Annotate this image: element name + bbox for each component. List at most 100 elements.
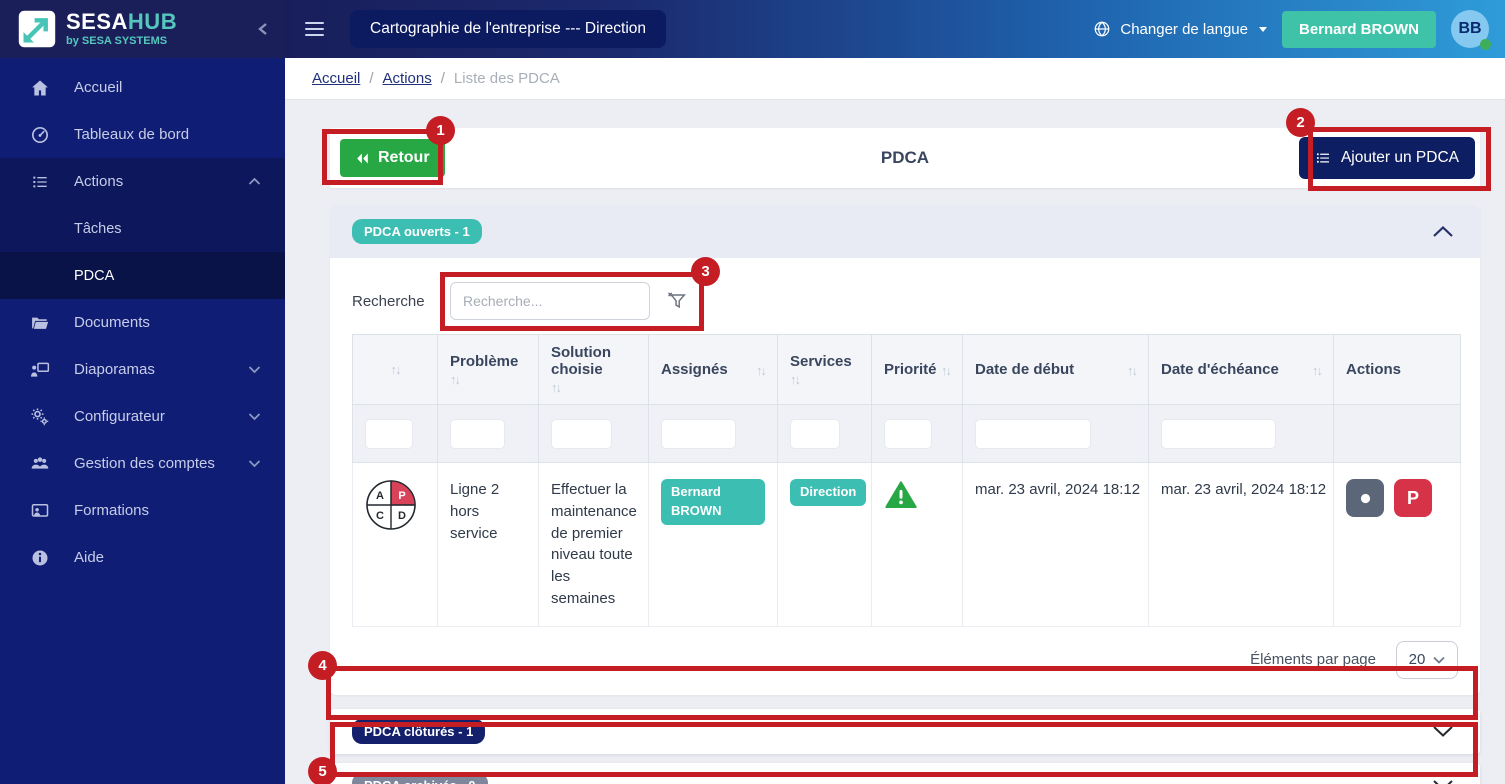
sidebar-nav: Accueil Tableaux de bord Actions Tâches … (0, 58, 285, 581)
open-pdca-panel: PDCA ouverts - 1 Recherche Recherche... … (330, 205, 1480, 695)
sidebar-item-formations[interactable]: Formations (0, 487, 285, 534)
sidebar-collapse-icon[interactable] (257, 22, 269, 36)
archived-pdca-panel[interactable]: PDCA archivés - 0 (330, 762, 1480, 784)
sidebar-item-label: PDCA (74, 267, 115, 284)
topbar: Cartographie de l'entreprise --- Directi… (285, 0, 1505, 58)
actions-cell: P (1333, 462, 1461, 627)
sort-icon: ↑↓ (941, 363, 952, 378)
assignee-cell: Bernard BROWN (648, 462, 778, 627)
search-label: Recherche (352, 292, 425, 310)
sidebar-item-actions[interactable]: Actions (0, 158, 285, 205)
language-switcher[interactable]: Changer de langue (1093, 20, 1267, 38)
sidebar-item-pdca[interactable]: PDCA (0, 252, 285, 299)
back-button[interactable]: Retour (340, 139, 445, 177)
solution-cell: Effectuer la maintenance de premier nive… (538, 462, 649, 627)
sidebar-item-label: Accueil (74, 79, 123, 96)
caret-down-icon (1258, 26, 1267, 32)
table-row: A P C D Ligne 2 hors service Effectuer l… (352, 462, 1461, 627)
items-per-page-label: Éléments par page (1250, 651, 1376, 668)
filter-input-probleme[interactable] (450, 418, 505, 449)
breadcrumb-link-accueil[interactable]: Accueil (312, 70, 360, 87)
items-per-page-select[interactable]: 20 (1396, 640, 1458, 679)
search-input[interactable] (450, 282, 650, 320)
filter-input-date-echeance[interactable] (1161, 418, 1277, 449)
sort-icon: ↑↓ (1312, 363, 1323, 378)
brand-text: SESAHUB by SESA SYSTEMS (66, 11, 177, 48)
sort-icon: ↑↓ (1127, 363, 1138, 378)
pdca-table: ↑↓ Problème ↑↓ Solution choisie ↑↓ Assigné… (352, 334, 1461, 627)
column-header-date-echeance[interactable]: Date d'échéance ↑↓ (1148, 334, 1334, 405)
filter-input-assignes[interactable] (661, 418, 736, 449)
column-header-label: Priorité (884, 361, 937, 378)
sidebar-logo: SESAHUB by SESA SYSTEMS (0, 0, 285, 58)
column-header-label: Solution choisie (551, 344, 611, 378)
brand-logo-icon (18, 10, 56, 48)
closed-pdca-panel[interactable]: PDCA clôturés - 1 (330, 708, 1480, 754)
column-header-assignes[interactable]: Assignés ↑↓ (648, 334, 778, 405)
sidebar-item-documents[interactable]: Documents (0, 299, 285, 346)
filter-input-solution[interactable] (551, 418, 613, 449)
sidebar-item-configurateur[interactable]: Configurateur (0, 393, 285, 440)
breadcrumb: Accueil / Actions / Liste des PDCA (285, 58, 1505, 100)
users-icon (30, 454, 50, 474)
filter-input-icon[interactable] (365, 418, 413, 449)
language-label: Changer de langue (1120, 20, 1248, 38)
column-header-label: Assignés (661, 361, 728, 378)
filter-input-date-debut[interactable] (975, 418, 1091, 449)
record-action-button[interactable] (1346, 479, 1384, 517)
sidebar-item-label: Diaporamas (74, 361, 155, 378)
user-button[interactable]: Bernard BROWN (1281, 10, 1436, 48)
pdca-action-button[interactable]: P (1394, 479, 1432, 517)
page-content: Retour PDCA Ajouter un PDCA PDCA ouverts… (285, 100, 1505, 784)
sidebar-item-label: Tâches (74, 220, 122, 237)
sort-icon: ↑↓ (390, 362, 402, 377)
gears-icon (30, 407, 50, 427)
open-pdca-panel-header[interactable]: PDCA ouverts - 1 (330, 205, 1480, 258)
column-header-solution-choisie[interactable]: Solution choisie ↑↓ (538, 334, 649, 405)
assignee-badge: Bernard BROWN (661, 479, 765, 525)
column-header-icon[interactable]: ↑↓ (352, 334, 438, 405)
filter-input-services[interactable] (790, 418, 840, 449)
sidebar-item-aide[interactable]: Aide (0, 534, 285, 581)
sidebar-item-label: Configurateur (74, 408, 165, 425)
list-icon (1316, 153, 1329, 163)
sidebar-item-label: Documents (74, 314, 150, 331)
column-header-date-de-debut[interactable]: Date de début ↑↓ (962, 334, 1149, 405)
chevron-down-icon[interactable] (1432, 725, 1454, 738)
dashboard-icon (30, 125, 50, 145)
home-icon (30, 78, 50, 98)
sidebar-item-tableaux-de-bord[interactable]: Tableaux de bord (0, 111, 285, 158)
avatar[interactable]: BB (1451, 10, 1491, 50)
open-pdca-badge: PDCA ouverts - 1 (352, 219, 482, 244)
sort-icon: ↑↓ (551, 380, 562, 395)
sidebar-item-diaporamas[interactable]: Diaporamas (0, 346, 285, 393)
sidebar-item-taches[interactable]: Tâches (0, 205, 285, 252)
pdca-wheel-icon: A P C D (366, 480, 416, 530)
sidebar-item-label: Formations (74, 502, 150, 519)
closed-pdca-badge: PDCA clôturés - 1 (352, 718, 486, 744)
topbar-right: Changer de langue Bernard BROWN BB (1093, 10, 1491, 50)
chevron-down-icon (248, 459, 261, 468)
hamburger-menu-icon[interactable] (305, 22, 324, 36)
column-header-priorite[interactable]: Priorité ↑↓ (871, 334, 963, 405)
svg-text:P: P (398, 490, 405, 502)
column-header-actions: Actions (1333, 334, 1461, 405)
sidebar: SESAHUB by SESA SYSTEMS Accueil Tableaux… (0, 0, 285, 784)
chevron-down-icon[interactable] (1432, 779, 1454, 784)
chevron-up-icon[interactable] (1432, 225, 1454, 238)
sidebar-group-actions: Actions Tâches PDCA (0, 158, 285, 299)
table-header-row: ↑↓ Problème ↑↓ Solution choisie ↑↓ Assigné… (352, 334, 1461, 405)
column-header-probleme[interactable]: Problème ↑↓ (437, 334, 539, 405)
add-pdca-button[interactable]: Ajouter un PDCA (1298, 137, 1475, 179)
presentation-icon (30, 360, 50, 380)
column-header-services[interactable]: Services ↑↓ (777, 334, 872, 405)
chevron-down-icon (1433, 656, 1445, 664)
breadcrumb-link-actions[interactable]: Actions (383, 70, 432, 87)
clear-filter-icon[interactable] (666, 290, 688, 312)
sidebar-item-label: Gestion des comptes (74, 455, 215, 472)
sidebar-item-gestion-des-comptes[interactable]: Gestion des comptes (0, 440, 285, 487)
sidebar-item-accueil[interactable]: Accueil (0, 64, 285, 111)
add-pdca-button-label: Ajouter un PDCA (1340, 149, 1459, 166)
back-button-label: Retour (378, 149, 430, 166)
filter-input-priorite[interactable] (884, 418, 932, 449)
